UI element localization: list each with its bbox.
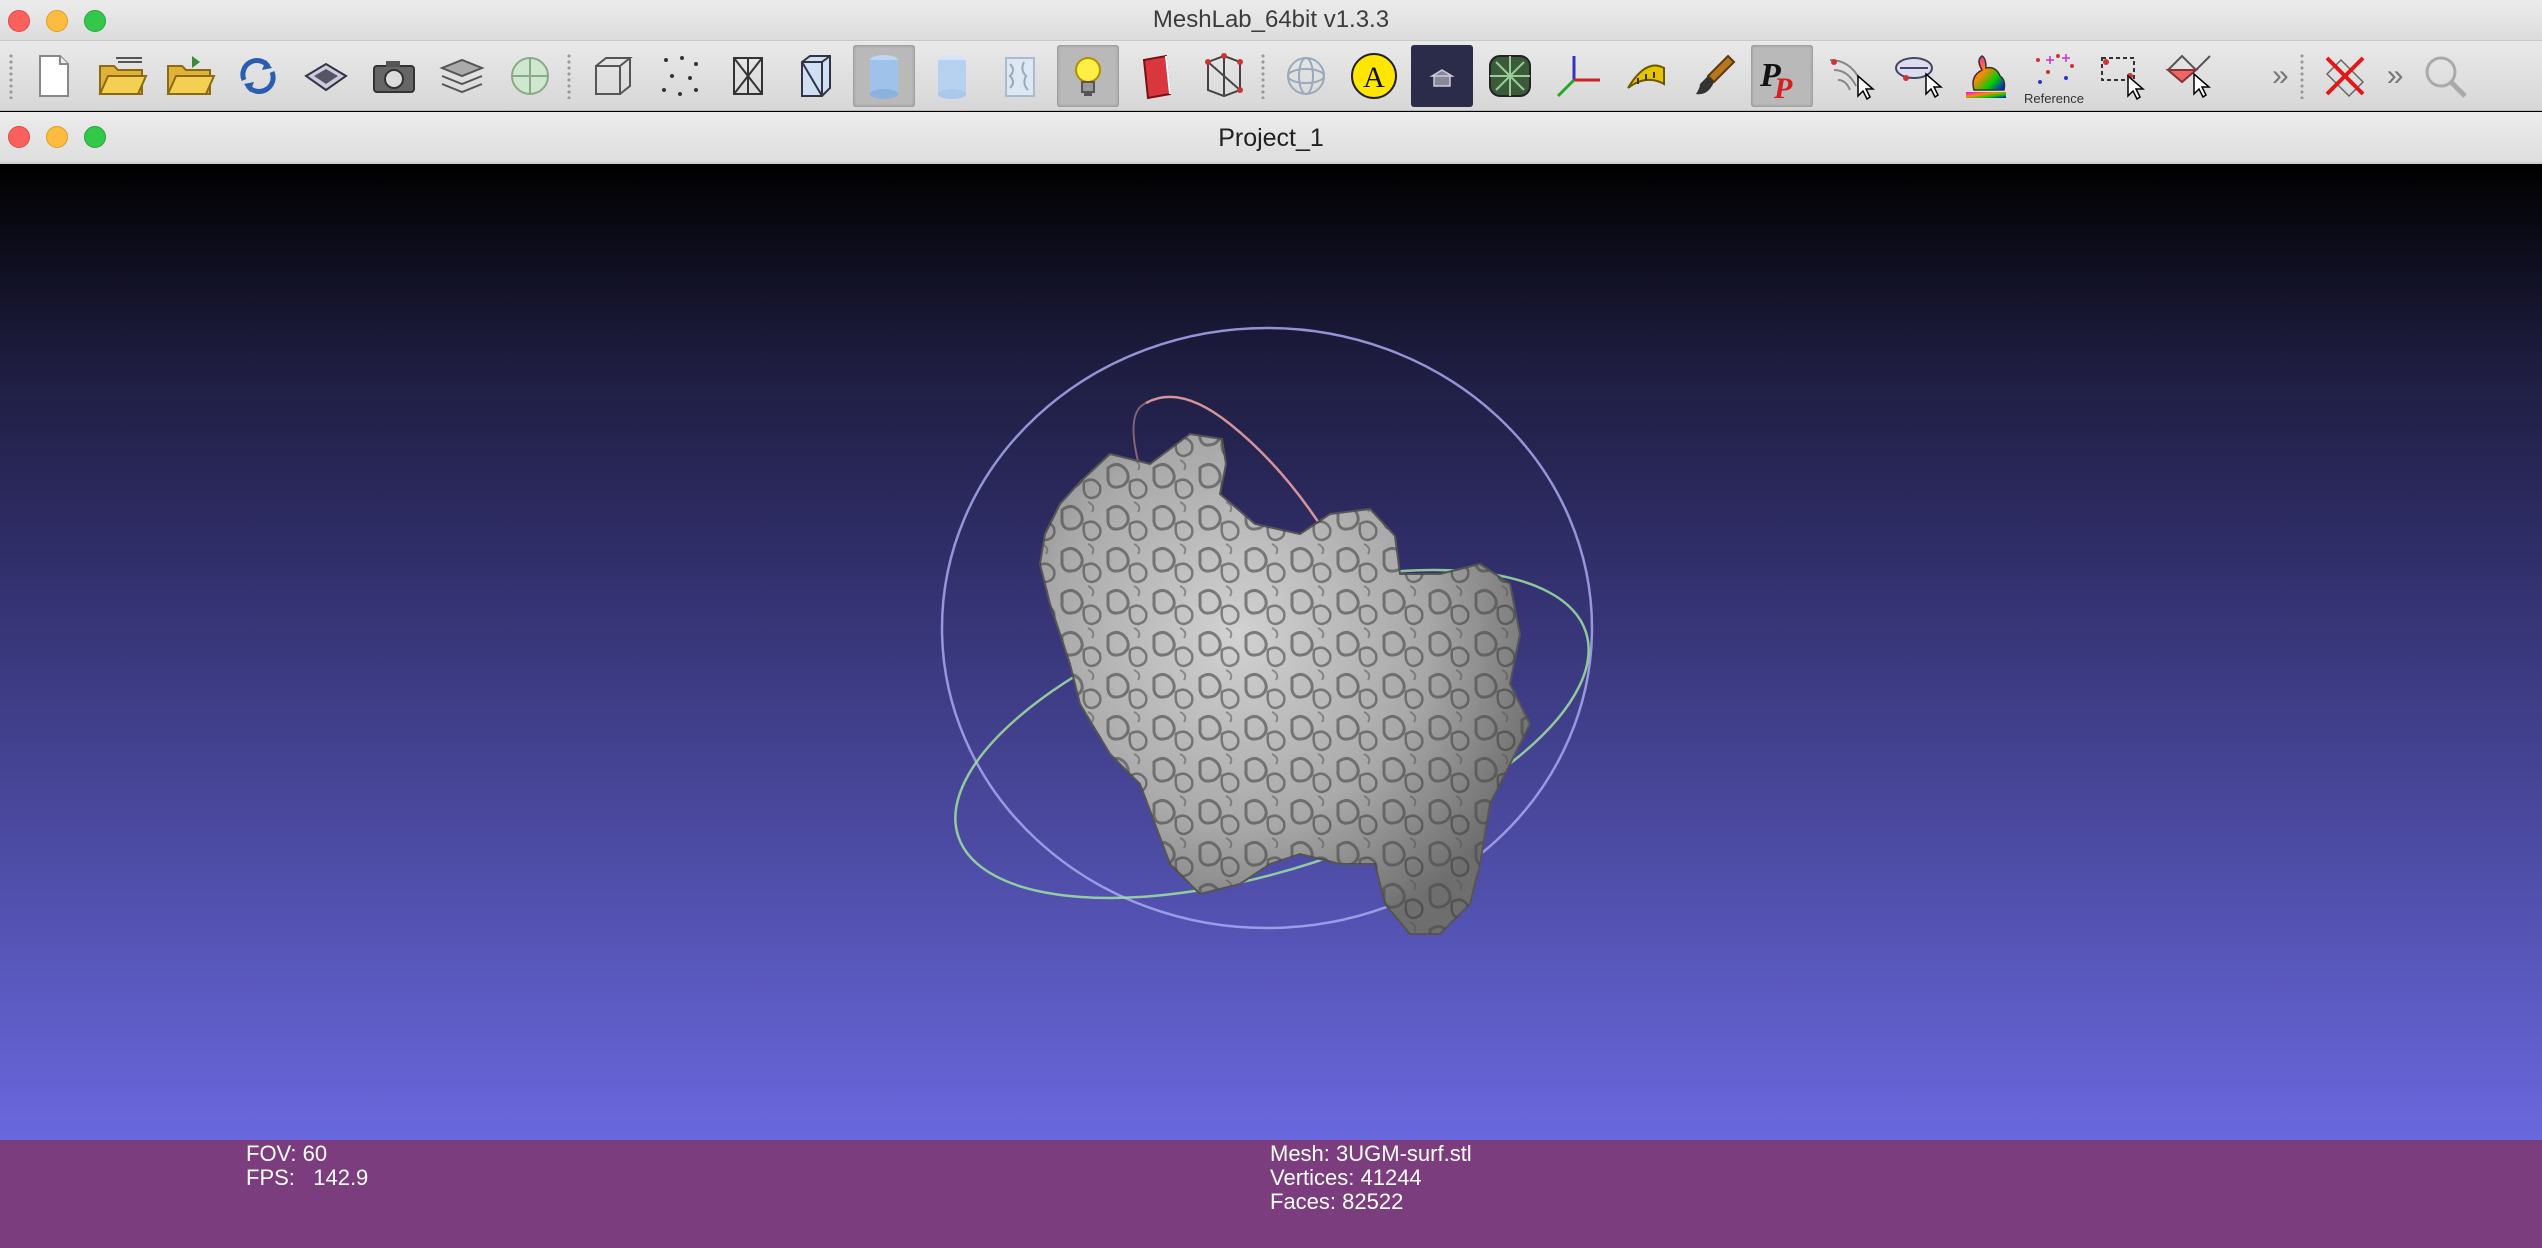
save-icon: [304, 62, 348, 91]
new-project-button[interactable]: [23, 45, 85, 107]
texture-button[interactable]: [989, 45, 1051, 107]
points-icon: [662, 55, 698, 96]
backface-icon: [1142, 54, 1172, 99]
save-button[interactable]: [295, 45, 357, 107]
hidden-lines-icon: [801, 54, 831, 97]
wireframe-icon: [733, 56, 763, 95]
protein-mesh[interactable]: [1038, 432, 1532, 935]
mesh-info: Mesh: 3UGM-surf.stl Vertices: 41244 Face…: [1270, 1142, 1472, 1214]
toolbar-grip[interactable]: [566, 52, 572, 99]
bounding-box-button[interactable]: [581, 45, 643, 107]
import-mesh-button[interactable]: [159, 45, 221, 107]
project-title-bar: Project_1: [0, 112, 2542, 164]
meshlab-app: MeshLab_64bit v1.3.3 A P P Reference » »…: [0, 0, 2542, 1248]
trackball-icon: [1287, 56, 1325, 95]
toolbar-grip[interactable]: [1260, 52, 1266, 99]
paint-brush-icon: [1696, 54, 1736, 94]
pp-button[interactable]: PP: [1751, 44, 1813, 107]
bounding-box-icon: [595, 56, 633, 95]
color-bunny-icon: [1966, 54, 2006, 98]
fov-value: FOV: 60: [246, 1141, 328, 1166]
project-title: Project_1: [1218, 124, 1324, 152]
snapshot-icon: [373, 60, 415, 93]
main-title-bar: MeshLab_64bit v1.3.3: [0, 0, 2542, 41]
3d-viewport[interactable]: [0, 164, 2542, 1140]
axis-icon: [1556, 55, 1600, 97]
light-icon: [1075, 56, 1101, 96]
flat-lines-icon: [870, 54, 898, 99]
face-count: Faces: 82522: [1270, 1189, 1404, 1214]
align-button[interactable]: [1887, 45, 1949, 107]
select-vertices-icon: [2101, 56, 2146, 100]
select-vertices-button[interactable]: [2091, 45, 2153, 107]
align-icon: [1895, 56, 1944, 98]
hidden-lines-button[interactable]: [785, 45, 847, 107]
flat-lines-button[interactable]: [853, 44, 915, 107]
select-faces-icon: [2165, 54, 2212, 98]
fill-icon: [1489, 54, 1531, 97]
fps-value: FPS: 142.9: [246, 1165, 369, 1190]
measure-button[interactable]: [1615, 45, 1677, 107]
view-info: FOV: 60 FPS: 142.9: [246, 1142, 368, 1190]
snapshot-button[interactable]: [363, 45, 425, 107]
reload-button[interactable]: [227, 45, 289, 107]
svg-text:A: A: [1363, 61, 1385, 94]
pp-icon: PP: [1759, 57, 1793, 102]
texture-icon: [1005, 56, 1035, 97]
selected-faces-button[interactable]: [1193, 45, 1255, 107]
delete-button[interactable]: [2314, 45, 2376, 107]
delete-icon: [2325, 56, 2365, 97]
trackball-button[interactable]: [1275, 45, 1337, 107]
selected-faces-icon: [1205, 52, 1243, 97]
raster-button[interactable]: [499, 45, 561, 107]
reload-icon: [240, 57, 276, 94]
flat-button[interactable]: [921, 45, 983, 107]
mesh-name: Mesh: 3UGM-surf.stl: [1270, 1141, 1472, 1166]
fill-button[interactable]: [1479, 45, 1541, 107]
open-project-icon: [98, 56, 148, 95]
background-icon: [1416, 49, 1468, 102]
reference-button[interactable]: Reference: [2023, 45, 2085, 107]
axis-button[interactable]: [1547, 45, 1609, 107]
paint-brush-button[interactable]: [1683, 45, 1745, 107]
annotation-button[interactable]: A: [1343, 45, 1405, 107]
backface-button[interactable]: [1125, 45, 1187, 107]
zoom-icon: [2425, 56, 2468, 98]
point-picker-button[interactable]: [1819, 45, 1881, 107]
annotation-icon: A: [1351, 52, 1397, 99]
toolbar-overflow-button[interactable]: »: [2272, 59, 2289, 93]
points-button[interactable]: [649, 45, 711, 107]
layers-icon: [439, 58, 485, 93]
layers-button[interactable]: [431, 45, 493, 107]
background-button[interactable]: [1411, 44, 1473, 107]
point-picker-icon: [1829, 58, 1876, 100]
light-button[interactable]: [1057, 44, 1119, 107]
reference-label: Reference: [2024, 90, 2084, 106]
mesh-render: [940, 326, 1594, 935]
import-mesh-icon: [166, 55, 216, 95]
measure-icon: [1627, 64, 1665, 89]
window-title: MeshLab_64bit v1.3.3: [1152, 6, 1390, 33]
toolbar-grip[interactable]: [8, 52, 14, 99]
color-bunny-button[interactable]: [1955, 45, 2017, 107]
open-project-button[interactable]: [91, 45, 153, 107]
toolbar-grip[interactable]: [2298, 52, 2305, 99]
vertex-count: Vertices: 41244: [1270, 1165, 1422, 1190]
select-faces-button[interactable]: [2159, 45, 2221, 107]
main-toolbar: A PP Reference » »: [0, 41, 2542, 111]
info-bar: FOV: 60 FPS: 142.9 Mesh: 3UGM-surf.stl V…: [0, 1140, 2542, 1248]
zoom-button[interactable]: [2414, 45, 2476, 107]
svg-text:P: P: [1773, 72, 1793, 102]
flat-icon: [938, 54, 966, 99]
raster-icon: [511, 56, 549, 95]
toolbar-overflow-button-2[interactable]: »: [2387, 59, 2404, 93]
new-project-icon: [39, 54, 69, 97]
wireframe-button[interactable]: [717, 45, 779, 107]
